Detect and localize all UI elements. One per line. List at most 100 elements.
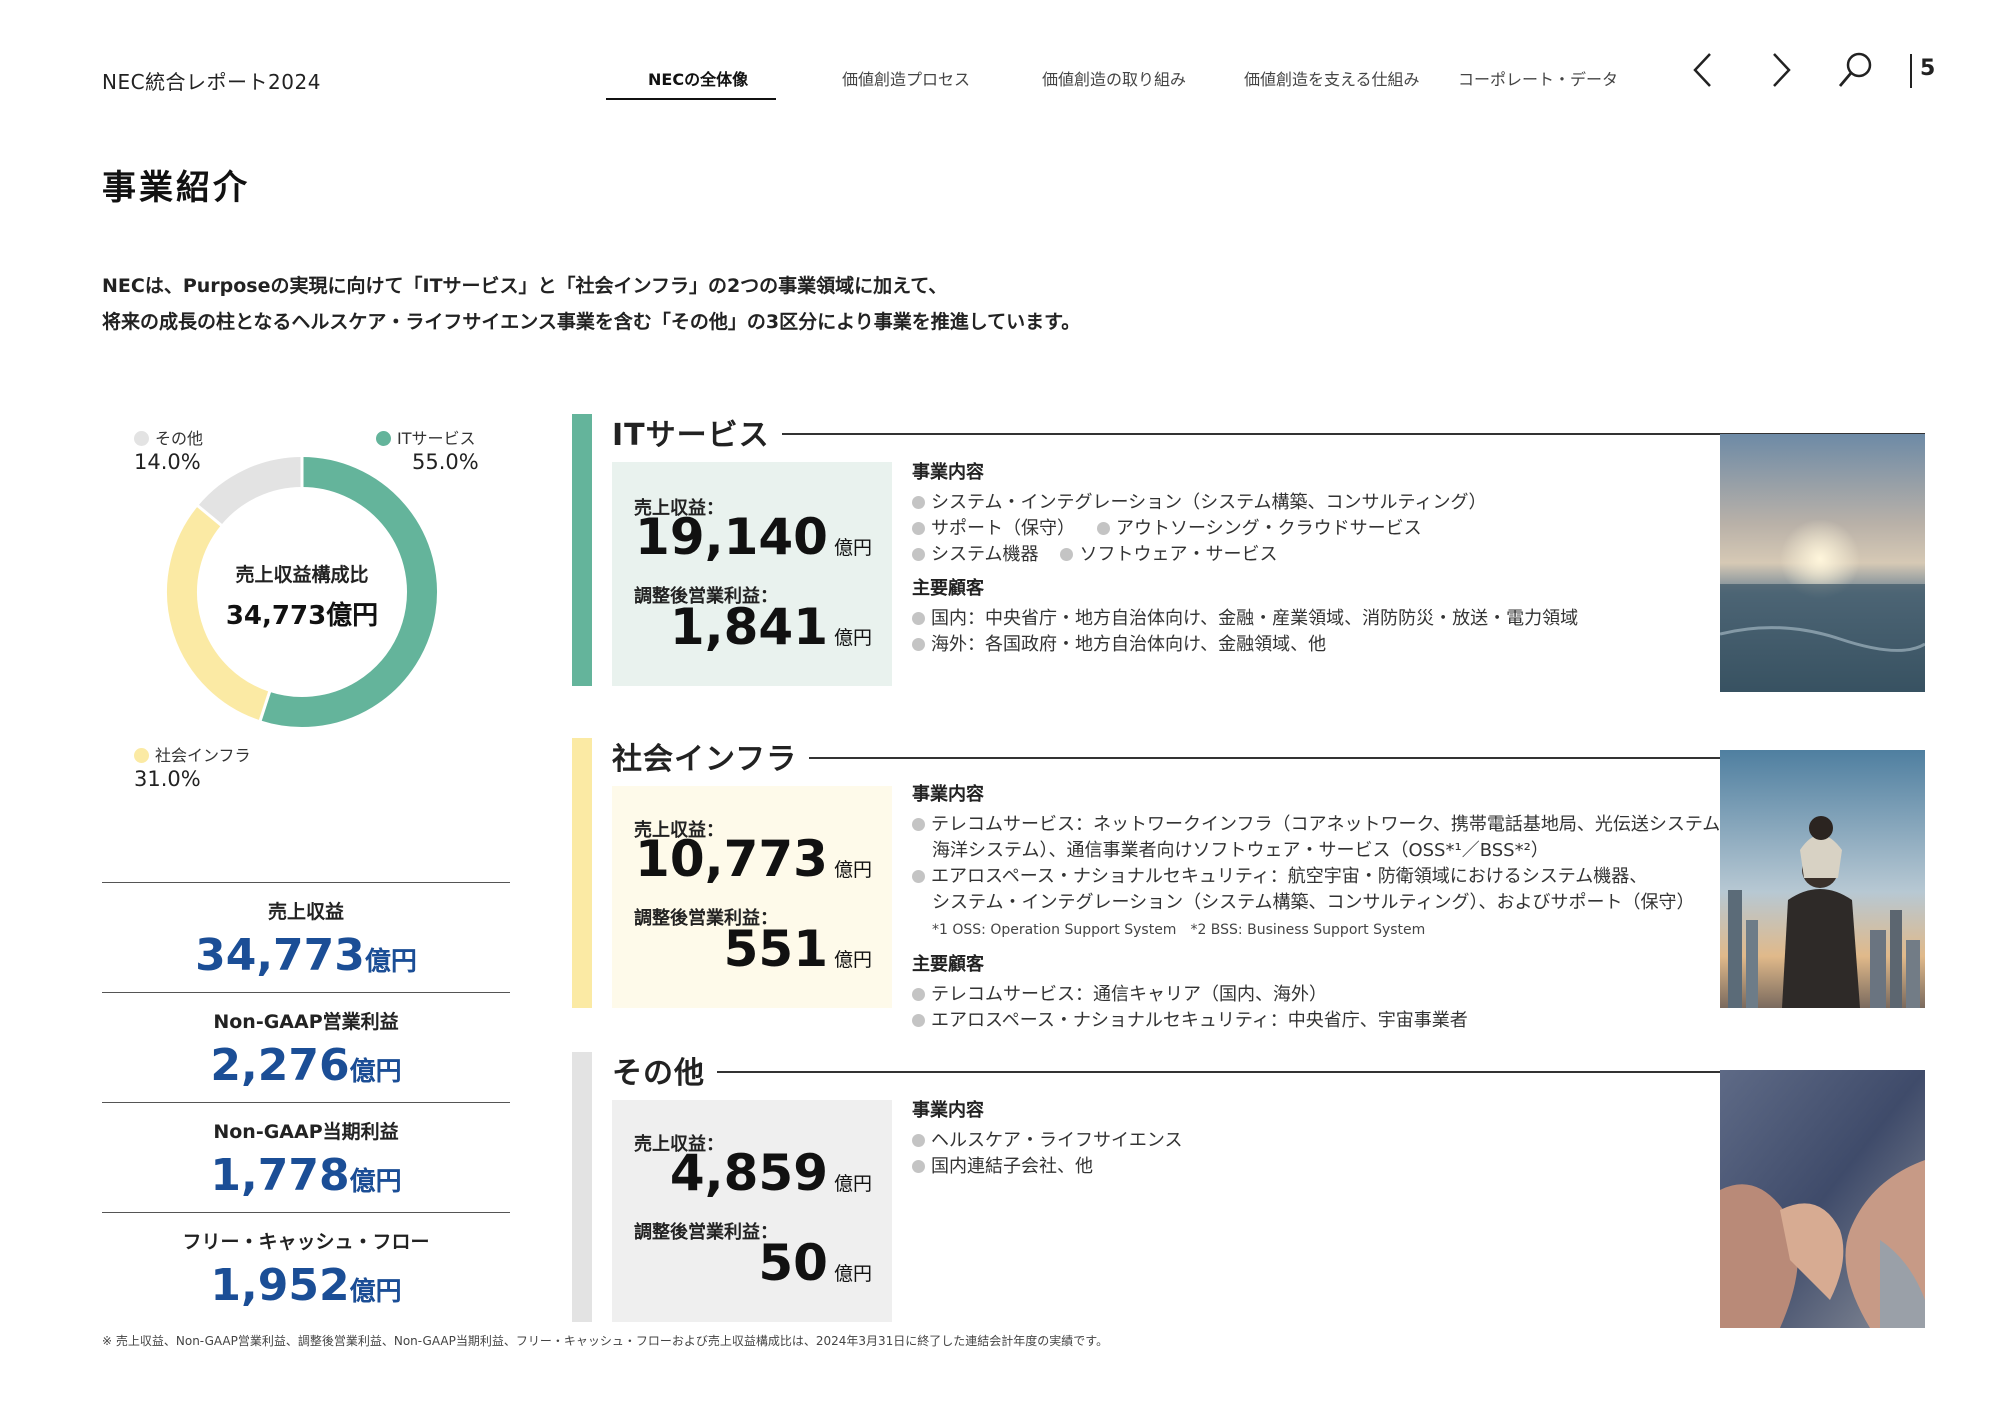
list-item-text: テレコムサービス：通信キャリア（国内、海外） [931, 984, 1327, 1005]
list-item: テレコムサービス：ネットワークインフラ（コアネットワーク、携帯電話基地局、光伝送… [912, 812, 1738, 838]
business-heading: 事業内容 [912, 1100, 984, 1121]
legend-label-other: その他 [155, 429, 204, 448]
kpi-number: 1,952 [210, 1260, 350, 1311]
kpi-label: Non-GAAP当期利益 [213, 1121, 399, 1143]
report-brand: NEC統合レポート2024 [102, 70, 321, 94]
legend-label-social-infra: 社会インフラ [155, 746, 251, 765]
list-item: 海外：各国政府・地方自治体向け、金融領域、他 [912, 632, 1578, 658]
tab-nec-overview[interactable]: NECの全体像 [648, 66, 748, 90]
bullet-icon [912, 1134, 925, 1147]
chevron-right-icon[interactable] [1768, 50, 1794, 94]
bullet-icon [912, 496, 925, 509]
list-item-text: システム・インテグレーション（システム構築、コンサルティング） [931, 492, 1487, 513]
photo-parent-child-skyline [1720, 750, 1925, 1008]
footnote: ※ 売上収益、Non-GAAP営業利益、調整後営業利益、Non-GAAP当期利益… [102, 1334, 1109, 1348]
revenue-number: 10,773 [635, 830, 828, 888]
segment-description-infra: 事業内容 テレコムサービス：ネットワークインフラ（コアネットワーク、携帯電話基地… [912, 784, 1738, 1034]
revenue-value: 4,859 億円 [670, 1144, 872, 1202]
intro-line-2: 将来の成長の柱となるヘルスケア・ライフサイエンス事業を含む「その他」の3区分によ… [102, 311, 1081, 333]
list-item: システム機器 ソフトウェア・サービス [912, 542, 1578, 568]
list-item: テレコムサービス：通信キャリア（国内、海外） [912, 982, 1738, 1008]
page-title: 事業紹介 [102, 168, 250, 208]
list-item-text: 国内：中央省庁・地方自治体向け、金融・産業領域、消防防災・放送・電力領域 [931, 608, 1579, 629]
legend-pct-social-infra: 31.0% [134, 767, 201, 791]
segment-color-bar-it [572, 414, 592, 686]
kpi-free-cash-flow: フリー・キャッシュ・フロー 1,952億円 [102, 1212, 510, 1311]
bullet-icon [1060, 548, 1074, 561]
bullet-icon [912, 522, 925, 535]
tab-value-creation-initiatives[interactable]: 価値創造の取り組み [1042, 66, 1186, 90]
legend-label-it-services: ITサービス [397, 429, 476, 448]
bullet-icon [912, 612, 925, 625]
segment-title-it: ITサービス [612, 410, 782, 454]
list-item: エアロスペース・ナショナルセキュリティ：中央省庁、宇宙事業者 [912, 1008, 1738, 1034]
kpi-unit: 億円 [349, 1167, 402, 1197]
kpi-value: 34,773億円 [102, 930, 510, 981]
profit-unit: 億円 [833, 1263, 872, 1285]
bullet-icon [1097, 522, 1110, 535]
chevron-left-icon[interactable] [1690, 50, 1716, 94]
customer-heading: 主要顧客 [912, 578, 984, 599]
bullet-icon [912, 1014, 925, 1027]
legend-it-services: ITサービス [376, 425, 476, 449]
list-item-continuation: システム・インテグレーション（システム構築、コンサルティング）、およびサポート（… [932, 892, 1695, 913]
kpi-number: 34,773 [195, 930, 365, 981]
segment-figures-box-other: 売上収益： 4,859 億円 調整後営業利益： 50 億円 [612, 1100, 892, 1322]
kpi-revenue: 売上収益 34,773億円 [102, 882, 510, 981]
photo-caring-hands [1720, 1070, 1925, 1328]
bullet-icon [912, 638, 925, 651]
list-item-text: ソフトウェア・サービス [1079, 544, 1278, 565]
profit-number: 1,841 [669, 598, 828, 656]
business-heading: 事業内容 [912, 784, 984, 805]
tab-corporate-data[interactable]: コーポレート・データ [1458, 66, 1618, 90]
kpi-unit: 億円 [364, 947, 417, 977]
segment-color-bar-other [572, 1052, 592, 1322]
list-item-text: 海外：各国政府・地方自治体向け、金融領域、他 [931, 634, 1327, 655]
bullet-icon [912, 870, 925, 883]
legend-dot-other [134, 431, 149, 446]
kpi-label: Non-GAAP営業利益 [213, 1011, 399, 1033]
list-item-text: エアロスペース・ナショナルセキュリティ：中央省庁、宇宙事業者 [931, 1010, 1468, 1031]
tab-value-creation-process[interactable]: 価値創造プロセス [842, 66, 970, 90]
list-item-text: システム機器 [931, 544, 1039, 565]
donut-center: 売上収益構成比 34,773億円 [164, 560, 440, 632]
legend-dot-it-services [376, 431, 391, 446]
kpi-non-gaap-operating-profit: Non-GAAP営業利益 2,276億円 [102, 992, 510, 1091]
adjusted-profit-label: 調整後営業利益： [634, 1222, 778, 1243]
tab-value-creation-framework[interactable]: 価値創造を支える仕組み [1244, 66, 1420, 90]
donut-center-label: 売上収益構成比 [235, 564, 369, 586]
list-item: システム・インテグレーション（システム構築、コンサルティング） [912, 490, 1578, 516]
segment-title-infra: 社会インフラ [612, 734, 810, 778]
intro-text: NECは、Purposeの実現に向けて「ITサービス」と「社会インフラ」の2つの… [102, 268, 1080, 340]
donut-slice-other [197, 457, 303, 526]
photo-city-sunset [1720, 434, 1925, 692]
segment-color-bar-infra [572, 738, 592, 1008]
kpi-value: 1,778億円 [102, 1150, 510, 1201]
profit-number: 551 [723, 920, 828, 978]
page-number-divider [1910, 54, 1912, 88]
bullet-icon [912, 818, 925, 831]
adjusted-profit-value: 50 億円 [758, 1234, 872, 1292]
page-number: 5 [1920, 56, 1936, 81]
revenue-unit: 億円 [833, 537, 872, 559]
adjusted-profit-value: 1,841 億円 [670, 598, 872, 656]
adjusted-profit-value: 551 億円 [724, 920, 872, 978]
revenue-value: 10,773 億円 [635, 830, 872, 888]
kpi-unit: 億円 [349, 1277, 402, 1307]
kpi-value: 1,952億円 [102, 1260, 510, 1311]
segment-description-other: 事業内容 ヘルスケア・ライフサイエンス 国内連結子会社、他 [912, 1100, 1182, 1180]
customer-heading: 主要顧客 [912, 954, 984, 975]
list-item-text: テレコムサービス：ネットワークインフラ（コアネットワーク、携帯電話基地局、光伝送… [931, 814, 1739, 835]
bullet-icon [912, 1160, 925, 1173]
list-item-text: アウトソーシング・クラウドサービス [1116, 518, 1422, 539]
kpi-value: 2,276億円 [102, 1040, 510, 1091]
list-item-text: エアロスペース・ナショナルセキュリティ：航空宇宙・防衛領域におけるシステム機器、 [931, 866, 1648, 887]
list-item: ヘルスケア・ライフサイエンス [912, 1128, 1182, 1154]
search-icon[interactable] [1836, 50, 1876, 94]
donut-center-value: 34,773億円 [225, 601, 379, 631]
segment-title-other: その他 [612, 1048, 717, 1092]
kpi-label: 売上収益 [267, 901, 344, 923]
kpi-unit: 億円 [349, 1057, 402, 1087]
list-item-text: 国内連結子会社、他 [931, 1156, 1093, 1177]
bullet-icon [912, 988, 925, 1001]
